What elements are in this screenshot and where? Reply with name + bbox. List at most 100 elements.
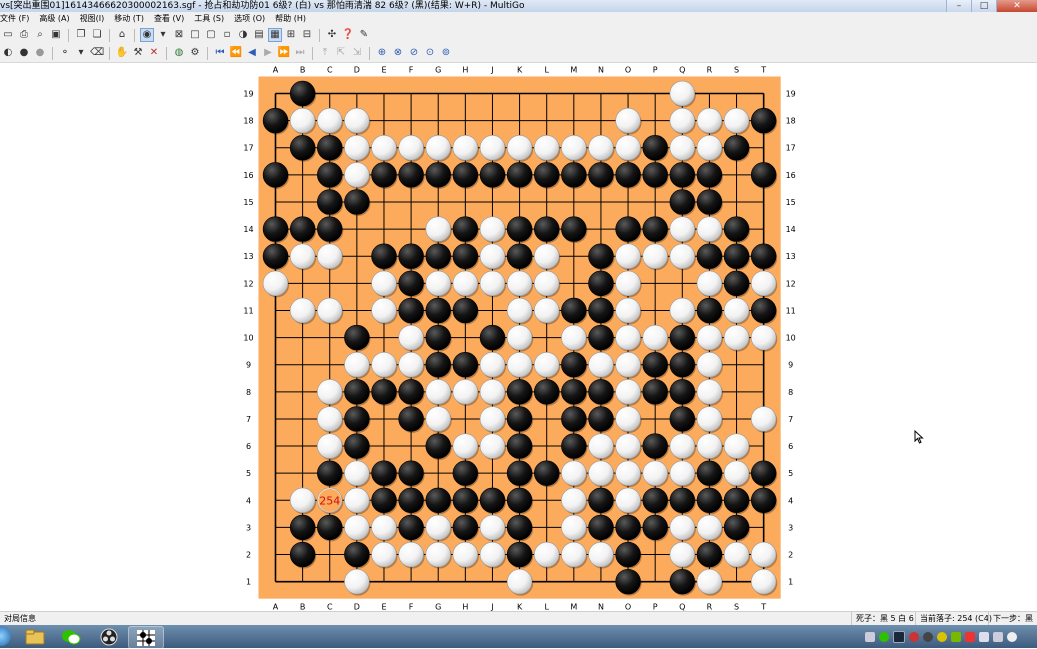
white-stone-T12[interactable]	[750, 270, 777, 297]
new-icon[interactable]: ▭	[1, 28, 15, 42]
menu-file[interactable]: 文件 (F)	[0, 12, 35, 26]
black-stone-R5[interactable]	[696, 460, 723, 486]
black-stone-F4[interactable]	[398, 487, 424, 513]
black-stone-N10[interactable]	[588, 324, 614, 351]
black-stone-K13[interactable]	[506, 243, 533, 269]
zoom2-icon[interactable]: ⊗	[391, 46, 405, 60]
black-stone-L5[interactable]	[533, 460, 560, 486]
white-stone-D3[interactable]	[344, 514, 370, 541]
black-stone-S12[interactable]	[723, 270, 750, 297]
black-stone-K7[interactable]	[506, 406, 533, 432]
black-stone-O3[interactable]	[615, 514, 641, 541]
black-stone-F7[interactable]	[398, 406, 424, 432]
white-stone-N2[interactable]	[588, 541, 614, 568]
white-stone-G17[interactable]	[425, 135, 451, 161]
white-stone-B13[interactable]	[289, 243, 316, 269]
white-stone-R14[interactable]	[696, 216, 723, 242]
white-stone-N6[interactable]	[588, 433, 614, 459]
white-stone-G8[interactable]	[425, 379, 451, 405]
white-stone-S5[interactable]	[723, 460, 750, 486]
black-stone-E5[interactable]	[371, 460, 397, 486]
black-stone-H13[interactable]	[452, 243, 479, 269]
minimize-button[interactable]: –	[946, 0, 971, 12]
white-stone-R6[interactable]	[696, 433, 723, 459]
black-stone-T13[interactable]	[750, 243, 777, 269]
white-stone-H8[interactable]	[452, 379, 479, 405]
white-stone-K1[interactable]	[506, 568, 533, 595]
tree-icon[interactable]: ⊞	[284, 28, 298, 42]
tree2-icon[interactable]: ⊟	[300, 28, 314, 42]
stone-small-icon[interactable]: ⚬	[58, 46, 72, 60]
white-stone-T1[interactable]	[750, 568, 777, 595]
menu-options[interactable]: 选项 (O)	[230, 12, 271, 26]
dropdown-icon[interactable]: ▾	[74, 46, 88, 60]
white-stone-P13[interactable]	[642, 243, 668, 269]
dropdown-icon[interactable]: ▾	[156, 28, 170, 42]
white-stone-L9[interactable]	[533, 352, 560, 378]
menu-view[interactable]: 视图(I)	[76, 12, 111, 26]
white-stone-M5[interactable]	[561, 460, 587, 486]
black-stone-N16[interactable]	[588, 162, 614, 188]
black-stone-Q4[interactable]	[669, 487, 695, 513]
black-stone-R15[interactable]	[696, 189, 723, 215]
black-stone-Q10[interactable]	[669, 324, 695, 351]
view2-icon[interactable]: ▦	[268, 28, 282, 42]
black-stone-L14[interactable]	[533, 216, 560, 242]
menu-help[interactable]: 帮助 (H)	[271, 12, 312, 26]
black-stone-R11[interactable]	[696, 297, 723, 324]
black-stone-O14[interactable]	[615, 216, 641, 242]
tray-display-icon[interactable]	[993, 631, 1003, 642]
black-stone-G9[interactable]	[425, 352, 451, 378]
white-stone-D16[interactable]	[344, 162, 370, 188]
black-stone-N7[interactable]	[588, 406, 614, 432]
black-stone-A18[interactable]	[262, 107, 289, 134]
white-stone-G3[interactable]	[425, 514, 451, 541]
close-button[interactable]: ✕	[996, 0, 1037, 12]
white-stone-Q11[interactable]	[669, 297, 695, 324]
white-stone-O7[interactable]	[615, 406, 641, 432]
black-stone-F8[interactable]	[398, 379, 424, 405]
tray-keyboard-icon[interactable]	[865, 631, 875, 642]
white-stone-E9[interactable]	[371, 352, 397, 378]
start-button[interactable]	[0, 626, 11, 646]
white-stone-H2[interactable]	[452, 541, 479, 568]
black-stone-Q1[interactable]	[669, 568, 695, 595]
black-stone-A14[interactable]	[262, 216, 289, 242]
black-stone-N4[interactable]	[588, 487, 614, 513]
white-stone-R17[interactable]	[696, 135, 723, 161]
white-stone-F10[interactable]	[398, 324, 424, 351]
white-stone-E17[interactable]	[371, 135, 397, 161]
black-stone-O2[interactable]	[615, 541, 641, 568]
black-stone-F13[interactable]	[398, 243, 424, 269]
black-stone-G11[interactable]	[425, 297, 451, 324]
black-stone-B3[interactable]	[289, 514, 316, 541]
white-stone-C6[interactable]	[317, 433, 343, 459]
black-stone-K8[interactable]	[506, 379, 533, 405]
white-stone-S10[interactable]	[723, 324, 750, 351]
explorer-taskbar-icon[interactable]	[18, 626, 52, 647]
white-stone-G2[interactable]	[425, 541, 451, 568]
black-stone-S14[interactable]	[723, 216, 750, 242]
print-icon[interactable]: ⎙	[17, 28, 31, 42]
black-stone-F5[interactable]	[398, 460, 424, 486]
menu-move[interactable]: 移动 (T)	[110, 12, 150, 26]
black-stone-C3[interactable]	[317, 514, 343, 541]
black-stone-G4[interactable]	[425, 487, 451, 513]
black-stone-E13[interactable]	[371, 243, 397, 269]
white-stone-O9[interactable]	[615, 352, 641, 378]
black-stone-G6[interactable]	[425, 433, 451, 459]
white-stone-J12[interactable]	[479, 270, 506, 297]
black-stone-E4[interactable]	[371, 487, 397, 513]
black-stone-D8[interactable]	[344, 379, 370, 405]
black-stone-K14[interactable]	[506, 216, 533, 242]
globe-icon[interactable]: ◍	[172, 46, 186, 60]
black-stone-M16[interactable]	[561, 162, 587, 188]
black-stone-F3[interactable]	[398, 514, 424, 541]
white-stone-C13[interactable]	[317, 243, 343, 269]
white-stone-O11[interactable]	[615, 297, 641, 324]
back-many-icon[interactable]: ⏪	[229, 46, 243, 60]
black-stone-S17[interactable]	[723, 135, 750, 161]
black-stone-C15[interactable]	[317, 189, 343, 215]
zoom3-icon[interactable]: ⊘	[407, 46, 421, 60]
black-stone-F16[interactable]	[398, 162, 424, 188]
